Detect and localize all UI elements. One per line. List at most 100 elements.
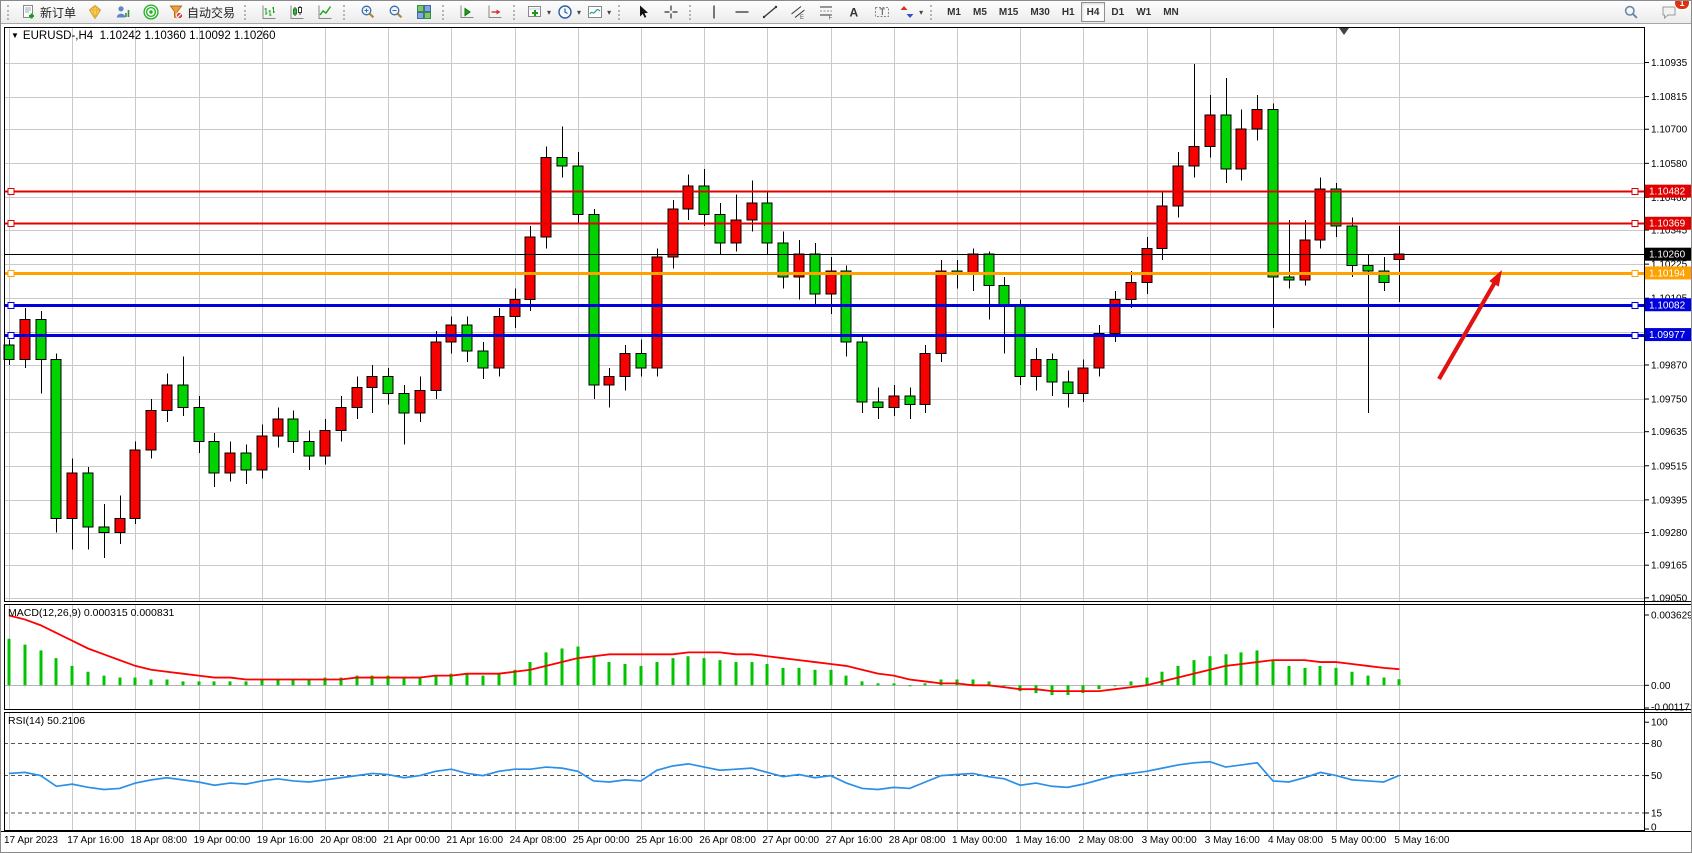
hline-handle[interactable] bbox=[8, 303, 14, 309]
toolbar: 新订单自动交易▾▾▾EFAT▾M1M5M15M30H1H4D1W1MN1 bbox=[1, 1, 1691, 24]
hline-handle[interactable] bbox=[8, 189, 14, 195]
svg-text:1.09635: 1.09635 bbox=[1651, 427, 1688, 438]
toolbar-group-grip[interactable] bbox=[7, 5, 15, 20]
candle bbox=[873, 402, 883, 408]
toolbar-group-grip[interactable] bbox=[513, 5, 521, 20]
toolbar-group-grip[interactable] bbox=[442, 5, 450, 20]
hline-handle[interactable] bbox=[1632, 221, 1638, 227]
candle bbox=[1221, 115, 1231, 169]
toolbar-group-grip[interactable] bbox=[343, 5, 351, 20]
svg-text:15: 15 bbox=[1651, 808, 1663, 819]
zoom-out-icon bbox=[388, 4, 404, 20]
timeframe-w1-button[interactable]: W1 bbox=[1130, 2, 1157, 22]
bar-chart-button[interactable] bbox=[255, 1, 283, 23]
search-icon bbox=[1623, 4, 1639, 20]
candle bbox=[320, 430, 330, 456]
svg-text:26 Apr 08:00: 26 Apr 08:00 bbox=[699, 835, 756, 846]
svg-text:1.09280: 1.09280 bbox=[1651, 528, 1688, 539]
candle bbox=[920, 354, 930, 405]
zoom-out-button[interactable] bbox=[382, 1, 410, 23]
candlestick-chart-button[interactable] bbox=[283, 1, 311, 23]
new-order-button[interactable]: 新订单 bbox=[18, 1, 81, 23]
clock-icon bbox=[557, 4, 573, 20]
vline-button[interactable] bbox=[700, 1, 728, 23]
timeframe-d1-button[interactable]: D1 bbox=[1105, 2, 1130, 22]
hline-handle[interactable] bbox=[8, 221, 14, 227]
time-axis[interactable]: 17 Apr 202317 Apr 16:0018 Apr 08:0019 Ap… bbox=[4, 835, 1450, 846]
candle bbox=[1157, 206, 1167, 249]
svg-text:1.09515: 1.09515 bbox=[1651, 461, 1688, 472]
history-center-button[interactable] bbox=[81, 1, 109, 23]
svg-text:17 Apr 16:00: 17 Apr 16:00 bbox=[67, 835, 124, 846]
hline-handle[interactable] bbox=[1632, 303, 1638, 309]
crosshair-button[interactable] bbox=[657, 1, 685, 23]
auto-scroll-button[interactable] bbox=[453, 1, 481, 23]
new-order-icon bbox=[21, 4, 37, 20]
market-watch-button[interactable] bbox=[109, 1, 137, 23]
svg-text:1.10815: 1.10815 bbox=[1651, 92, 1688, 103]
candle bbox=[36, 320, 46, 360]
chart-template-icon bbox=[587, 4, 603, 20]
candle bbox=[225, 453, 235, 473]
hline-handle[interactable] bbox=[8, 271, 14, 277]
timeframe-m1-button[interactable]: M1 bbox=[941, 2, 967, 22]
candle bbox=[178, 385, 188, 408]
profile-icon bbox=[115, 4, 131, 20]
toolbar-group-grip[interactable] bbox=[244, 5, 252, 20]
toolbar-group-grip[interactable] bbox=[618, 5, 626, 20]
candle bbox=[968, 254, 978, 274]
cursor-icon bbox=[635, 4, 651, 20]
templates-button[interactable]: ▾ bbox=[584, 1, 614, 23]
search-button[interactable] bbox=[1617, 1, 1645, 23]
label-button[interactable]: T bbox=[868, 1, 896, 23]
timeframe-m30-button[interactable]: M30 bbox=[1024, 2, 1055, 22]
candle bbox=[336, 408, 346, 431]
candle bbox=[67, 473, 77, 518]
candle bbox=[1268, 109, 1278, 277]
candle bbox=[699, 186, 709, 214]
dropdown-caret-icon: ▾ bbox=[919, 8, 923, 17]
chart-canvas[interactable]: 1.109351.108151.107001.105801.104601.103… bbox=[1, 1, 1692, 853]
arrows-button[interactable]: ▾ bbox=[896, 1, 926, 23]
toolbar-group-grip[interactable] bbox=[689, 5, 697, 20]
tile-windows-button[interactable] bbox=[410, 1, 438, 23]
hline-handle[interactable] bbox=[8, 333, 14, 339]
hline-handle[interactable] bbox=[1632, 333, 1638, 339]
candle bbox=[1031, 359, 1041, 376]
notification-badge: 1 bbox=[1674, 0, 1690, 10]
hline-button[interactable] bbox=[728, 1, 756, 23]
svg-text:1.10194: 1.10194 bbox=[1649, 268, 1686, 279]
trendline-button[interactable] bbox=[756, 1, 784, 23]
line-chart-button[interactable] bbox=[311, 1, 339, 23]
candle bbox=[1252, 109, 1262, 129]
text-button[interactable]: A bbox=[840, 1, 868, 23]
toolbar-group-grip[interactable] bbox=[930, 5, 938, 20]
timeframe-m5-button[interactable]: M5 bbox=[967, 2, 993, 22]
autotrading-button[interactable]: 自动交易 bbox=[165, 1, 240, 23]
svg-text:1.10935: 1.10935 bbox=[1651, 58, 1688, 69]
timeframe-mn-button[interactable]: MN bbox=[1157, 2, 1185, 22]
chart-shift-icon bbox=[487, 4, 503, 20]
timeframe-h1-button[interactable]: H1 bbox=[1056, 2, 1081, 22]
candle bbox=[936, 271, 946, 353]
candle bbox=[668, 209, 678, 257]
timeframe-h4-button[interactable]: H4 bbox=[1081, 2, 1106, 22]
zoom-in-button[interactable] bbox=[354, 1, 382, 23]
new-chart-button[interactable]: ▾ bbox=[524, 1, 554, 23]
hline-handle[interactable] bbox=[1632, 271, 1638, 277]
period-button[interactable]: ▾ bbox=[554, 1, 584, 23]
channel-button[interactable]: E bbox=[784, 1, 812, 23]
fibonacci-button[interactable]: F bbox=[812, 1, 840, 23]
hline-handle[interactable] bbox=[1632, 189, 1638, 195]
candle bbox=[589, 214, 599, 384]
svg-text:1 May 00:00: 1 May 00:00 bbox=[952, 835, 1007, 846]
signals-button[interactable] bbox=[137, 1, 165, 23]
chart-shift-button[interactable] bbox=[481, 1, 509, 23]
svg-text:1.10260: 1.10260 bbox=[1649, 250, 1686, 261]
svg-text:0: 0 bbox=[1651, 823, 1657, 834]
candle bbox=[1236, 129, 1246, 169]
timeframe-m15-button[interactable]: M15 bbox=[993, 2, 1024, 22]
svg-text:1 May 16:00: 1 May 16:00 bbox=[1015, 835, 1070, 846]
cursor-button[interactable] bbox=[629, 1, 657, 23]
svg-text:1.09050: 1.09050 bbox=[1651, 593, 1688, 604]
